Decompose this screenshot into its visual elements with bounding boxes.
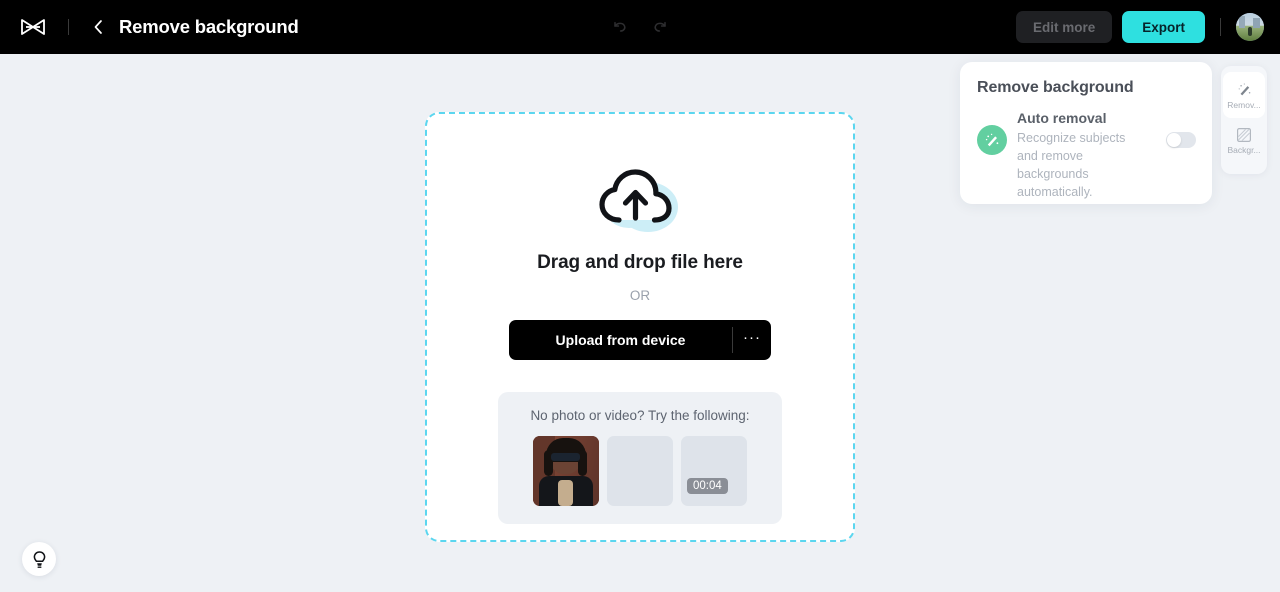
header-divider xyxy=(68,19,69,35)
panel-title: Remove background xyxy=(977,79,1134,96)
avatar-detail xyxy=(1253,18,1260,28)
sample-media-label: No photo or video? Try the following: xyxy=(530,408,750,423)
rail-item-label: Backgr... xyxy=(1227,145,1261,155)
dropzone-or-label: OR xyxy=(629,288,651,303)
edit-more-button[interactable]: Edit more xyxy=(1015,11,1113,43)
sample-thumbnail-photo[interactable] xyxy=(533,436,599,506)
rail-item-remove-background[interactable]: Remov... xyxy=(1223,72,1265,118)
header-right-group: Edit more Export xyxy=(1015,0,1264,54)
upload-button-group: Upload from device ··· xyxy=(509,320,771,360)
cloud-upload-icon xyxy=(592,162,688,242)
auto-removal-texts: Auto removal Recognize subjects and remo… xyxy=(1017,110,1156,202)
auto-removal-description: Recognize subjects and remove background… xyxy=(1017,131,1126,200)
redo-icon[interactable] xyxy=(647,14,673,40)
header-divider-right xyxy=(1220,18,1221,36)
app-header: Remove background Edit more Export xyxy=(0,0,1280,54)
upload-more-options-button[interactable]: ··· xyxy=(733,320,771,360)
toggle-knob xyxy=(1167,133,1181,147)
avatar-detail xyxy=(1248,27,1252,36)
app-root: Remove background Edit more Export Drag … xyxy=(0,0,1280,592)
magic-wand-icon xyxy=(1238,82,1250,95)
auto-removal-title: Auto removal xyxy=(1017,110,1107,126)
capcut-logo-icon[interactable] xyxy=(18,12,48,42)
auto-removal-toggle[interactable] xyxy=(1166,132,1196,148)
sample-thumbnail-placeholder[interactable] xyxy=(607,436,673,506)
rail-item-background[interactable]: Backgr... xyxy=(1223,118,1265,164)
sample-thumbnail-list: 00:04 xyxy=(533,436,747,506)
dropzone-title: Drag and drop file here xyxy=(537,252,743,273)
file-dropzone[interactable]: Drag and drop file here OR Upload from d… xyxy=(425,112,855,542)
thumbnail-image-detail xyxy=(551,453,580,461)
lightbulb-icon xyxy=(33,550,45,568)
sample-media-panel: No photo or video? Try the following: 00… xyxy=(498,392,782,524)
avatar-detail xyxy=(1239,16,1245,28)
back-button[interactable] xyxy=(87,16,109,38)
duration-badge: 00:04 xyxy=(687,478,728,494)
hint-button[interactable] xyxy=(22,542,56,576)
magic-wand-icon xyxy=(977,125,1007,155)
upload-from-device-button[interactable]: Upload from device xyxy=(509,320,732,360)
tool-rail: Remov... Backgr... xyxy=(1221,66,1267,174)
page-title: Remove background xyxy=(119,16,299,37)
avatar[interactable] xyxy=(1236,13,1264,41)
auto-removal-row: Auto removal Recognize subjects and remo… xyxy=(977,110,1196,202)
checker-square-icon xyxy=(1237,128,1252,143)
undo-icon[interactable] xyxy=(607,14,633,40)
remove-background-panel: Remove background Auto removal Recognize… xyxy=(960,62,1212,204)
thumbnail-image-detail xyxy=(558,480,573,506)
rail-item-label: Remov... xyxy=(1227,99,1261,110)
export-button[interactable]: Export xyxy=(1122,11,1205,43)
header-left-group: Remove background xyxy=(0,0,299,54)
sample-thumbnail-video[interactable]: 00:04 xyxy=(681,436,747,506)
